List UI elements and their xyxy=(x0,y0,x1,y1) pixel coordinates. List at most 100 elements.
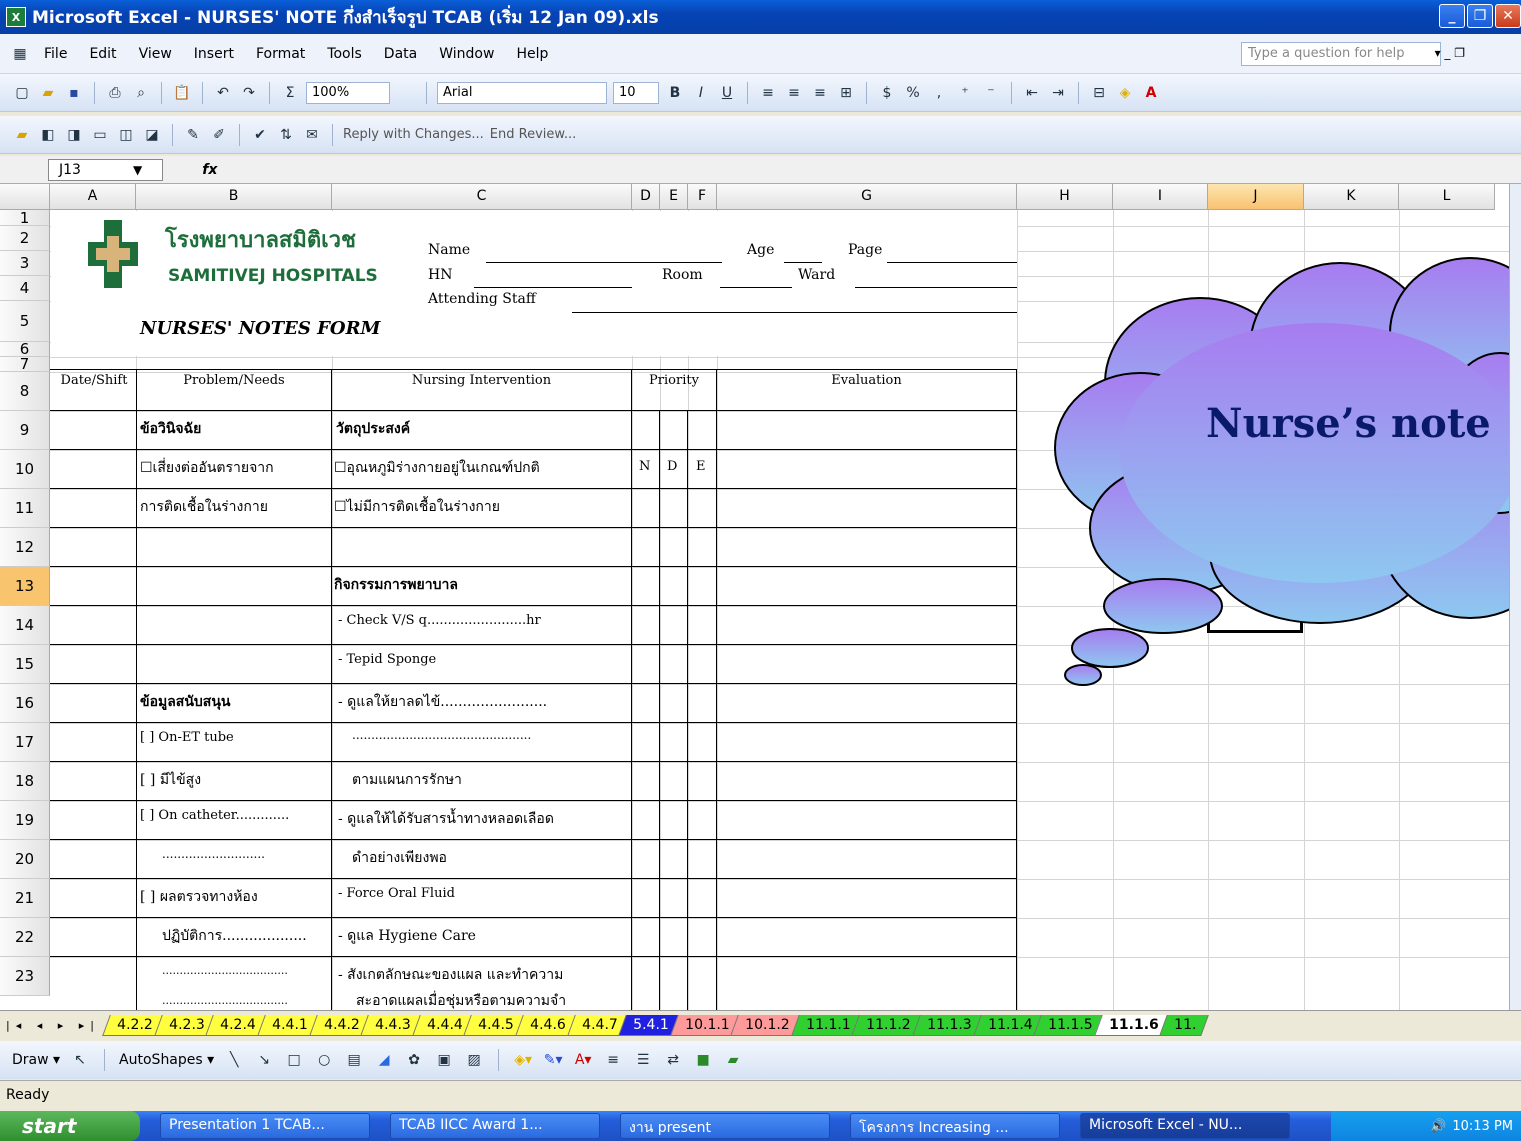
thought-cloud-callout[interactable] xyxy=(1050,233,1521,703)
borders-icon[interactable]: ⊟ xyxy=(1089,83,1109,103)
row-header[interactable]: 19 xyxy=(0,801,50,840)
align-center-icon[interactable]: ≡ xyxy=(784,83,804,103)
chevron-down-icon[interactable]: ▾ _ ❐ xyxy=(1435,46,1465,60)
decrease-decimal-icon[interactable]: ⁻ xyxy=(981,83,1001,103)
row-header[interactable]: 3 xyxy=(0,251,50,276)
decrease-indent-icon[interactable]: ⇤ xyxy=(1022,83,1042,103)
cell-b19[interactable]: ........................... xyxy=(162,847,265,861)
cell-c9[interactable]: ☐อุณหภูมิร่างกายอยู่ในเกณฑ์ปกติ xyxy=(334,457,540,479)
picture-icon[interactable]: ▨ xyxy=(464,1050,484,1070)
align-left-icon[interactable]: ≡ xyxy=(758,83,778,103)
taskbar-button-active[interactable]: Microsoft Excel - NU... xyxy=(1080,1113,1290,1139)
vertical-scrollbar[interactable] xyxy=(1509,184,1521,1010)
cell-b8[interactable]: ข้อวินิจฉัย xyxy=(140,418,201,440)
taskbar-button[interactable]: TCAB IICC Award 1... xyxy=(390,1113,600,1139)
save-icon[interactable]: ▪ xyxy=(64,83,84,103)
cell-b16[interactable]: [ ] On-ET tube xyxy=(140,730,234,745)
cell-c16[interactable]: ........................................… xyxy=(352,728,531,742)
select-objects-icon[interactable]: ↖ xyxy=(70,1050,90,1070)
fill-color-icon[interactable]: ◈▾ xyxy=(513,1050,533,1070)
row-header[interactable]: 9 xyxy=(0,411,50,450)
cell-c20[interactable]: - Force Oral Fluid xyxy=(338,886,455,901)
redo-icon[interactable]: ↷ xyxy=(239,83,259,103)
clip-art-icon[interactable]: ▣ xyxy=(434,1050,454,1070)
menu-window[interactable]: Window xyxy=(439,46,494,62)
restore-button[interactable]: ❐ xyxy=(1467,4,1493,28)
previous-comment-icon[interactable]: ◧ xyxy=(38,125,58,145)
column-header-l[interactable]: L xyxy=(1399,184,1495,210)
oval-icon[interactable]: ○ xyxy=(314,1050,334,1070)
reply-with-changes-button[interactable]: Reply with Changes... xyxy=(343,127,484,142)
menu-file[interactable]: File xyxy=(44,46,67,62)
arrow-icon[interactable]: ↘ xyxy=(254,1050,274,1070)
row-header[interactable]: 7 xyxy=(0,357,50,372)
cell-c15[interactable]: - ดูแลให้ยาลดไข้........................ xyxy=(338,691,547,713)
row-header[interactable]: 4 xyxy=(0,276,50,301)
column-header-e[interactable]: E xyxy=(660,184,688,210)
column-header-d[interactable]: D xyxy=(632,184,660,210)
column-header-j[interactable]: J xyxy=(1208,184,1304,210)
cell-c13[interactable]: - Check V/S q........................hr xyxy=(338,613,541,628)
line-color-icon[interactable]: ✎▾ xyxy=(543,1050,563,1070)
track-changes-icon[interactable]: ✔ xyxy=(250,125,270,145)
cell-b9[interactable]: ☐เสี่ยงต่ออันตรายจาก xyxy=(140,457,274,479)
font-size-select[interactable]: 10 xyxy=(613,81,659,104)
row-header[interactable]: 18 xyxy=(0,762,50,801)
cell-c21[interactable]: - ดูแล Hygiene Care xyxy=(338,925,476,947)
row-header[interactable]: 23 xyxy=(0,957,50,996)
open-icon[interactable]: ▰ xyxy=(38,83,58,103)
fill-color-icon[interactable]: ◈ xyxy=(1115,83,1135,103)
increase-decimal-icon[interactable]: ⁺ xyxy=(955,83,975,103)
cell-f9[interactable]: E xyxy=(696,459,706,474)
font-select[interactable]: Arial xyxy=(437,81,607,104)
cell-e9[interactable]: D xyxy=(667,459,677,474)
cell-b21[interactable]: ปฏิบัติการ................... xyxy=(162,925,307,947)
cell-c19[interactable]: ดำอย่างเพียงพอ xyxy=(352,847,447,869)
show-comment-icon[interactable]: ◫ xyxy=(116,125,136,145)
line-icon[interactable]: ╲ xyxy=(224,1050,244,1070)
3d-style-icon[interactable]: ▰ xyxy=(723,1050,743,1070)
taskbar-button[interactable]: โครงการ Increasing ... xyxy=(850,1113,1060,1139)
row-header[interactable]: 13 xyxy=(0,567,50,606)
minimize-button[interactable]: _ xyxy=(1439,4,1465,28)
name-box[interactable]: J13 xyxy=(48,158,163,181)
next-comment-icon[interactable]: ◨ xyxy=(64,125,84,145)
cell-b23[interactable]: .................................... xyxy=(162,994,288,1007)
menu-insert[interactable]: Insert xyxy=(194,46,234,62)
italic-icon[interactable]: I xyxy=(691,83,711,103)
row-header[interactable]: 10 xyxy=(0,450,50,489)
row-header[interactable]: 11 xyxy=(0,489,50,528)
select-all-corner[interactable] xyxy=(0,184,50,210)
taskbar-button[interactable]: Presentation 1 TCAB... xyxy=(160,1113,370,1139)
menu-view[interactable]: View xyxy=(139,46,172,62)
sheet-tab[interactable]: 11. xyxy=(1159,1015,1210,1036)
paste-icon[interactable]: 📋 xyxy=(172,83,192,103)
column-header-k[interactable]: K xyxy=(1304,184,1399,210)
cell-b22[interactable]: .................................... xyxy=(162,964,288,977)
cell-b18[interactable]: [ ] On catheter............. xyxy=(140,808,289,823)
comma-icon[interactable]: , xyxy=(929,83,949,103)
cell-c22[interactable]: - สังเกตลักษณะของแผล และทำความ xyxy=(338,964,563,986)
column-header-g[interactable]: G xyxy=(717,184,1017,210)
percent-icon[interactable]: % xyxy=(903,83,923,103)
merge-center-icon[interactable]: ⊞ xyxy=(836,83,856,103)
cell-c23[interactable]: สะอาดแผลเมื่อชุ่มหรือตามความจำ xyxy=(356,990,566,1012)
row-header[interactable]: 16 xyxy=(0,684,50,723)
tab-navigation-arrows-icon[interactable]: |◂ ◂ ▸ ▸| xyxy=(6,1019,100,1032)
cell-b15[interactable]: ข้อมูลสนับสนุน xyxy=(140,691,230,713)
row-header[interactable]: 22 xyxy=(0,918,50,957)
ink-icon[interactable]: ✐ xyxy=(209,125,229,145)
draw-menu-button[interactable]: Draw ▾ xyxy=(12,1052,60,1068)
zoom-select[interactable]: 100% xyxy=(306,81,390,104)
send-icon[interactable]: ✉ xyxy=(302,125,322,145)
menu-data[interactable]: Data xyxy=(384,46,417,62)
hide-comment-icon[interactable]: ◪ xyxy=(142,125,162,145)
wordart-icon[interactable]: ◢ xyxy=(374,1050,394,1070)
function-icon[interactable]: fx xyxy=(202,162,217,178)
row-header[interactable]: 2 xyxy=(0,226,50,251)
line-style-icon[interactable]: ≡ xyxy=(603,1050,623,1070)
cell-c18[interactable]: - ดูแลให้ได้รับสารน้ำทางหลอดเลือด xyxy=(338,808,554,830)
new-icon[interactable]: ▢ xyxy=(12,83,32,103)
autoshapes-menu-button[interactable]: AutoShapes ▾ xyxy=(119,1052,214,1068)
chevron-down-icon[interactable]: ▼ xyxy=(133,163,142,177)
